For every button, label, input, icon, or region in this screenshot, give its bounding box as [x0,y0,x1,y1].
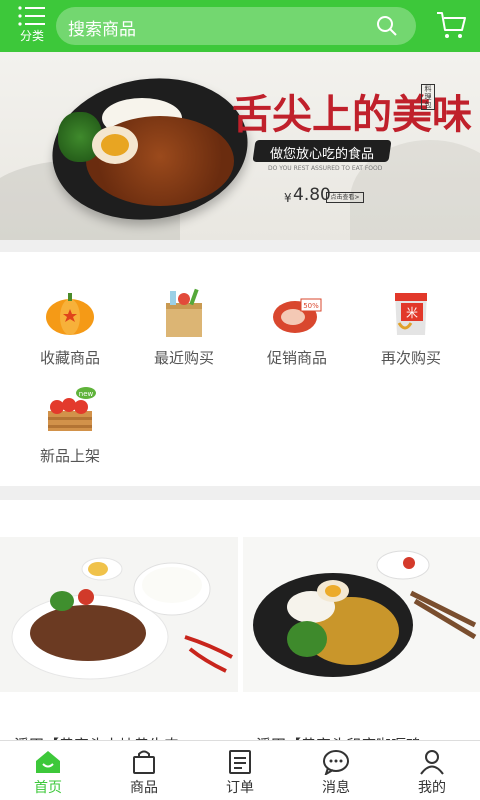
quick-item-label: 再次购买 [380,349,441,367]
new-tomato-crate-icon: new [44,385,96,437]
shopping-bag-icon [133,750,155,774]
promo-banner[interactable]: 舌尖上的美味 料理包 做您放心吃的食品 DO YOU REST ASSURED … [0,52,480,240]
menu-list-icon [18,6,45,26]
banner-subtitle: 做您放心吃的食品 [269,147,374,162]
banner-view-button[interactable]: 点击查看> [326,192,364,203]
home-icon [36,751,60,773]
tab-orders[interactable]: 订单 [192,741,288,800]
tab-products[interactable]: 商品 [96,741,192,800]
quick-item-favorites[interactable]: 收藏商品 [15,287,125,368]
search-input[interactable]: 搜索商品 [56,7,416,45]
message-icon [323,750,349,775]
svg-text:米: 米 [406,306,418,320]
tab-label: 首页 [34,780,62,796]
product-grid: 溪田【黄家头小炒黄牛肉 溪田【黄家头印度咖喱鸡 [0,500,480,754]
order-list-icon [229,750,251,774]
quick-item-recent[interactable]: 最近购买 [129,287,239,368]
tab-label: 订单 [226,780,254,796]
banner-price-symbol: ¥ [284,191,292,205]
cart-icon[interactable] [436,10,466,40]
curry-chicken-rice-image [243,537,480,692]
user-icon [420,750,444,775]
banner-egg-yolk [101,134,129,156]
tab-label: 我的 [418,780,446,796]
quick-item-rebuy[interactable]: 米 再次购买 [356,287,466,368]
quick-item-label: 促销商品 [266,349,327,367]
svg-text:50%: 50% [303,302,319,310]
tab-profile[interactable]: 我的 [384,741,480,800]
top-header: 分类 搜索商品 [0,0,480,52]
banner-tagline: DO YOU REST ASSURED TO EAT FOOD [268,165,383,172]
quick-item-label: 最近购买 [153,349,214,367]
rice-bag-icon: 米 [385,287,437,339]
quick-item-new-arrivals[interactable]: new 新品上架 [15,385,125,466]
quick-item-label: 新品上架 [39,447,100,465]
product-image[interactable] [0,537,238,692]
banner-stamp: 料理包 [421,84,435,110]
beef-stir-fry-image [0,537,238,692]
search-icon[interactable] [376,15,398,37]
tab-home[interactable]: 首页 [0,741,96,800]
category-button[interactable]: 分类 [12,4,52,48]
svg-text:new: new [79,390,94,398]
search-placeholder: 搜索商品 [68,20,136,40]
tab-label: 商品 [130,780,158,796]
quick-item-label: 收藏商品 [39,349,100,367]
tab-label: 消息 [322,780,350,796]
product-image[interactable] [243,537,480,692]
category-label: 分类 [19,29,44,43]
meat-sale-icon: 50% [271,287,323,339]
quick-menu: 收藏商品 最近购买 50% 促销商品 米 再次购买 new 新品上架 [0,252,480,486]
pumpkin-icon [44,287,96,339]
bottom-tab-bar: 首页 商品 订单 消息 我的 [0,740,480,800]
quick-item-promotion[interactable]: 50% 促销商品 [242,287,352,368]
tab-messages[interactable]: 消息 [288,741,384,800]
banner-title: 舌尖上的美味 [232,91,472,138]
grocery-bag-icon [158,287,210,339]
